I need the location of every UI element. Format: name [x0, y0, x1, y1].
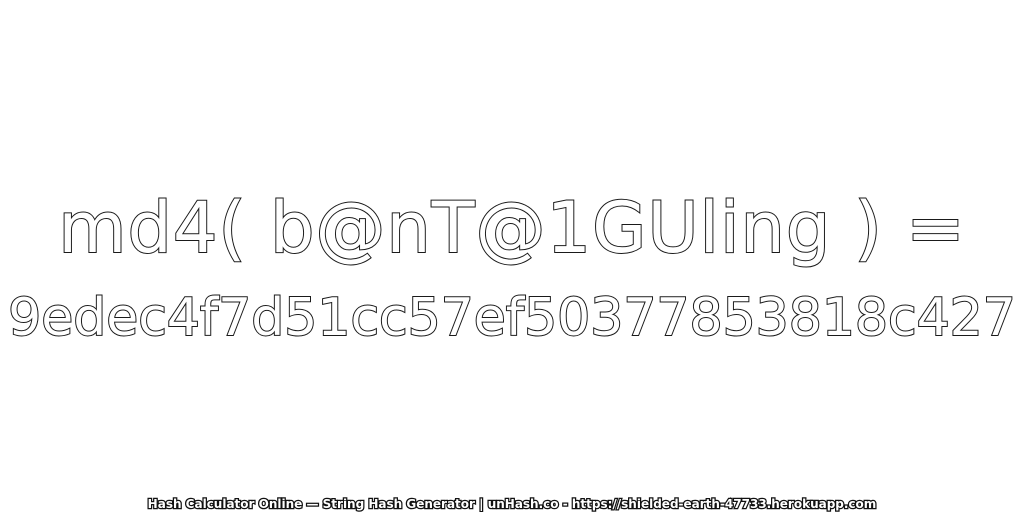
footer-credit: Hash Calculator Online — String Hash Gen… — [146, 496, 877, 512]
hash-result-image: md4( b@nT@1GUling ) = 9edec4f7d51cc57ef5… — [0, 0, 1024, 512]
hash-value: 9edec4f7d51cc57ef50377853818c427 — [7, 287, 1017, 349]
hash-expression: md4( b@nT@1GUling ) = — [57, 186, 966, 270]
